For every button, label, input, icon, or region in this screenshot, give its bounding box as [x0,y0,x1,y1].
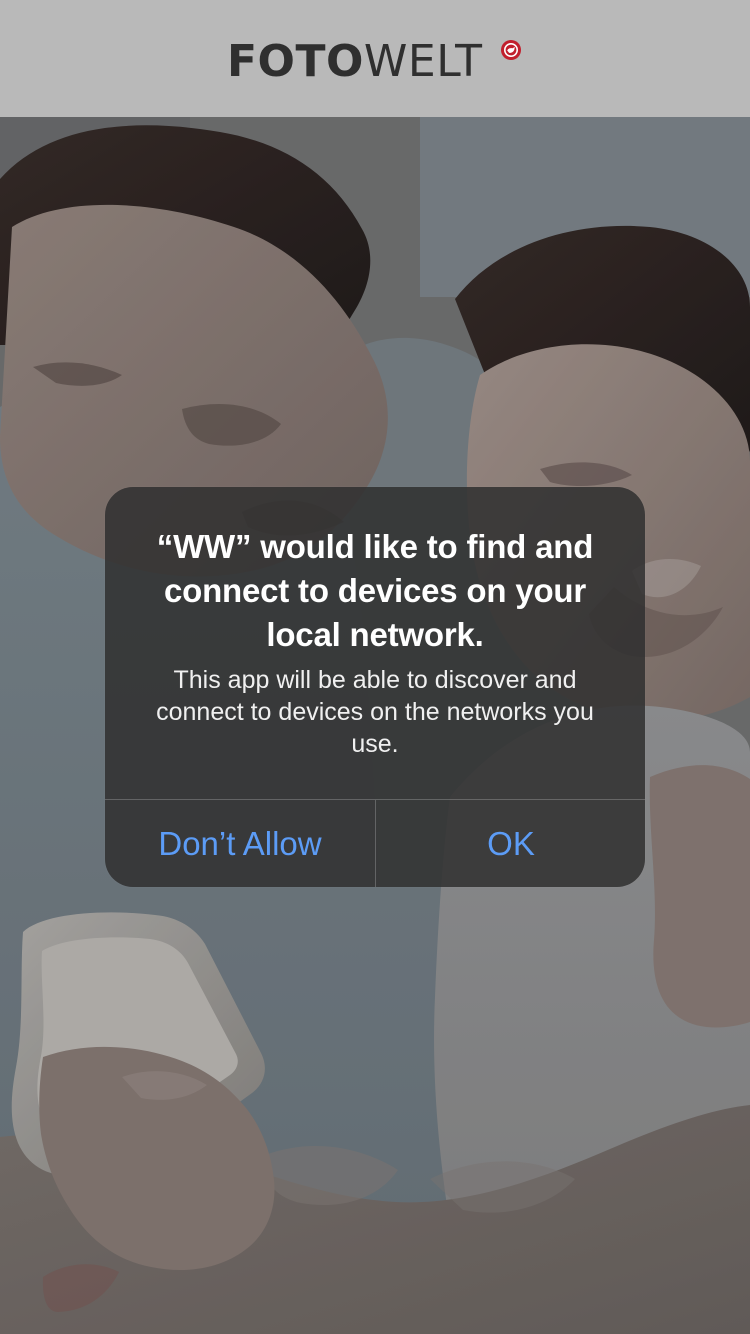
logo-wordmark-light: WELT [363,36,483,87]
header-bar: FOTOWELT [0,0,750,117]
local-network-permission-alert: “WW” would like to find and connect to d… [105,487,645,887]
logo-wordmark: FOTOWELT [227,34,483,90]
app-screen: FOTOWELT “WW” would like to find and con… [0,0,750,1334]
alert-content: “WW” would like to find and connect to d… [105,487,645,799]
fotowelt-logo: FOTOWELT [227,34,527,90]
alert-message: This app will be able to discover and co… [156,666,594,758]
alert-title: “WW” would like to find and connect to d… [156,528,594,653]
dont-allow-button[interactable]: Don’t Allow [105,800,375,887]
red-brand-mark-icon [501,40,521,60]
logo-wordmark-bold: FOTO [227,36,364,87]
ok-button[interactable]: OK [376,800,645,887]
